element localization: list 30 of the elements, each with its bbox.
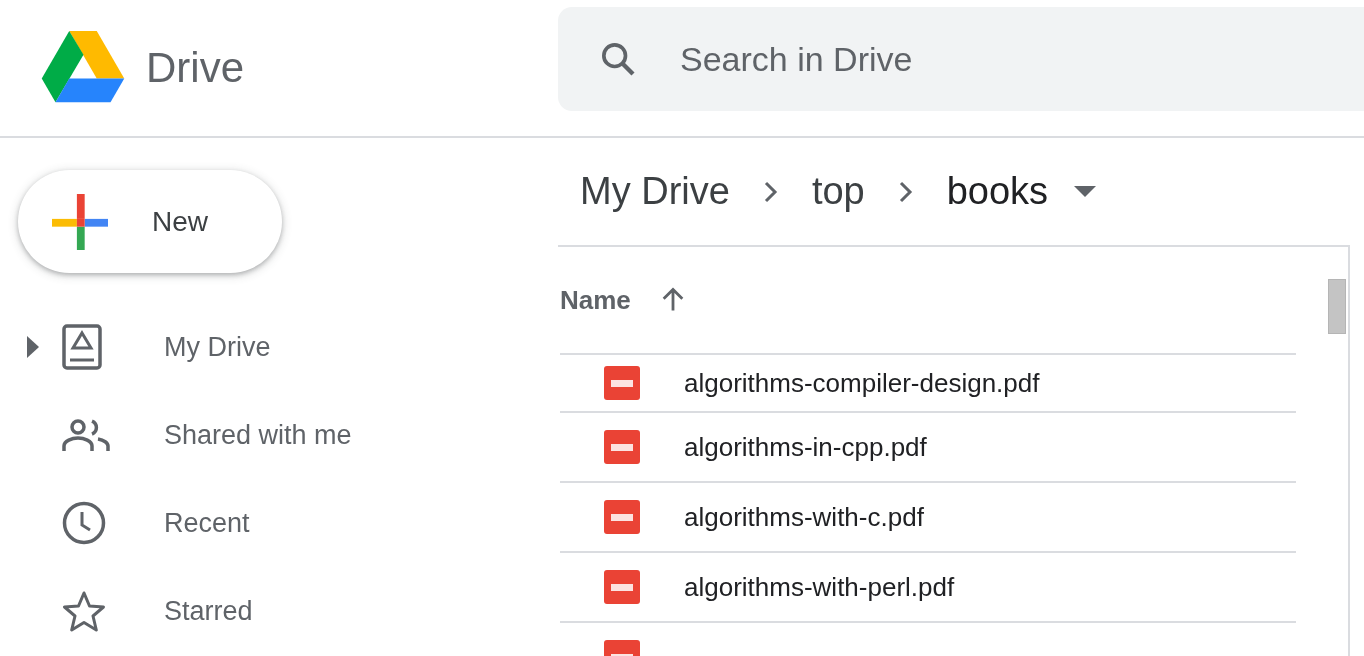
pdf-file-icon bbox=[604, 366, 640, 400]
clock-icon bbox=[62, 501, 106, 545]
column-header[interactable]: Name bbox=[560, 284, 631, 316]
breadcrumb-item[interactable]: My Drive bbox=[580, 170, 730, 213]
file-name[interactable]: algorithms-with-c.pdf bbox=[684, 501, 924, 533]
breadcrumb-item[interactable]: books bbox=[946, 170, 1049, 213]
drive-icon bbox=[62, 324, 102, 370]
nav-label[interactable]: Shared with me bbox=[164, 419, 352, 451]
expand-caret-icon[interactable] bbox=[27, 336, 39, 358]
pdf-file-icon bbox=[604, 430, 640, 464]
file-name[interactable]: algorithms-with-perl.pdf bbox=[684, 571, 955, 603]
chevron-right-icon bbox=[763, 180, 778, 203]
breadcrumb-item[interactable]: top bbox=[811, 170, 865, 213]
file-name[interactable]: algorithms-compiler-design.pdf bbox=[684, 367, 1040, 399]
new-button[interactable]: New bbox=[18, 170, 282, 273]
nav-label[interactable]: My Drive bbox=[164, 331, 271, 363]
pdf-file-icon bbox=[604, 570, 640, 604]
scrollbar-thumb[interactable] bbox=[1328, 279, 1346, 334]
app-name: Drive bbox=[146, 44, 244, 92]
star-icon bbox=[62, 590, 106, 632]
chevron-right-icon bbox=[898, 180, 913, 203]
file-name[interactable]: algorithms-in-cpp.pdf bbox=[684, 431, 927, 463]
search-field[interactable]: Search in Drive bbox=[558, 7, 1364, 111]
nav-label[interactable]: Recent bbox=[164, 507, 250, 539]
plus-icon bbox=[52, 193, 108, 250]
nav-label[interactable]: Starred bbox=[164, 595, 253, 627]
dropdown-caret-icon[interactable] bbox=[1074, 186, 1097, 197]
pdf-file-icon bbox=[604, 500, 640, 534]
search-input[interactable]: Search in Drive bbox=[678, 38, 1364, 80]
people-icon bbox=[62, 419, 110, 451]
